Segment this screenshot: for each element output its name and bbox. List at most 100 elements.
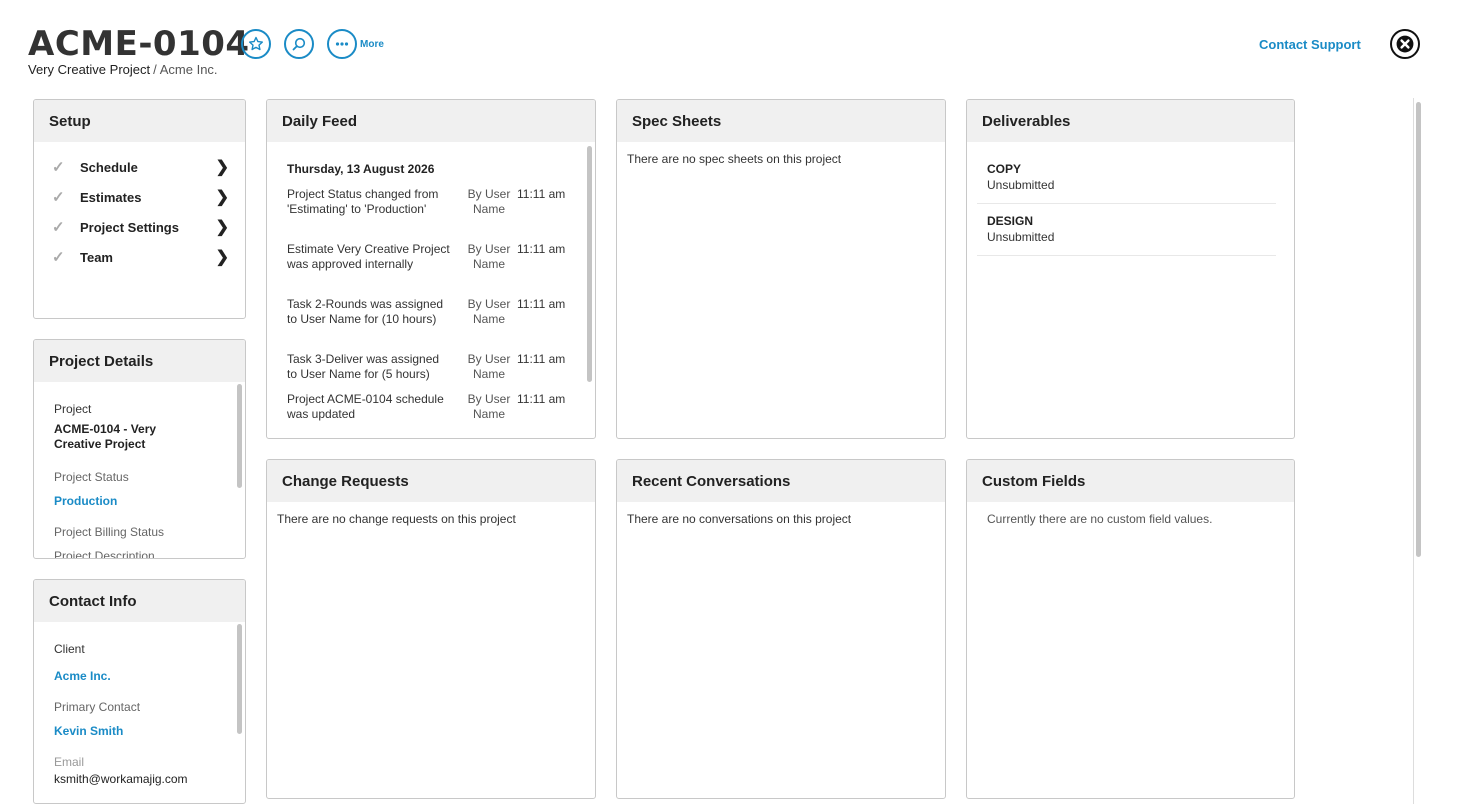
search-icon xyxy=(292,37,306,51)
breadcrumb-project: Very Creative Project xyxy=(28,62,151,77)
feed-user: By User Name xyxy=(467,187,511,216)
setup-item-team[interactable]: ✓ Team ❯ xyxy=(52,242,229,272)
setup-item-label: Project Settings xyxy=(80,219,179,235)
project-description-label: Project Description xyxy=(54,549,155,558)
scrollbar[interactable] xyxy=(237,384,242,488)
feed-user: By User Name xyxy=(467,297,511,326)
feed-time: 11:11 am xyxy=(517,392,566,406)
setup-item-label: Schedule xyxy=(80,159,138,175)
chevron-right-icon: ❯ xyxy=(215,189,229,206)
contact-info-body: Client Acme Inc. Primary Contact Kevin S… xyxy=(34,622,245,803)
setup-item-project-settings[interactable]: ✓ Project Settings ❯ xyxy=(52,212,229,242)
deliverable-status: Unsubmitted xyxy=(987,178,1055,192)
deliverable-item-copy[interactable]: COPY Unsubmitted xyxy=(977,152,1276,204)
feed-entry: Project Status changed from 'Estimating'… xyxy=(287,187,567,235)
project-details-body: Project ACME-0104 - Very Creative Projec… xyxy=(34,382,245,558)
close-icon xyxy=(1396,35,1414,53)
setup-title: Setup xyxy=(34,100,245,142)
custom-fields-title: Custom Fields xyxy=(967,460,1294,502)
custom-fields-empty: Currently there are no custom field valu… xyxy=(987,512,1213,526)
feed-user: By User Name xyxy=(467,242,511,271)
project-status-label: Project Status xyxy=(54,470,129,484)
recent-conversations-body: There are no conversations on this proje… xyxy=(617,502,945,798)
spec-sheets-empty: There are no spec sheets on this project xyxy=(627,152,842,166)
breadcrumb-separator: / xyxy=(153,62,157,77)
feed-time: 11:11 am xyxy=(517,242,566,256)
change-requests-body: There are no change requests on this pro… xyxy=(267,502,595,798)
custom-fields-body: Currently there are no custom field valu… xyxy=(967,502,1294,798)
feed-message: Project Status changed from 'Estimating'… xyxy=(287,187,439,216)
more-label[interactable]: More xyxy=(360,39,384,50)
billing-status-label: Project Billing Status xyxy=(54,525,165,539)
deliverables-panel: Deliverables COPY Unsubmitted DESIGN Uns… xyxy=(966,99,1295,439)
page-scrollbar[interactable] xyxy=(1413,98,1422,804)
chevron-right-icon: ❯ xyxy=(215,249,229,266)
project-details-panel: Project Details Project ACME-0104 - Very… xyxy=(33,339,246,559)
setup-item-schedule[interactable]: ✓ Schedule ❯ xyxy=(52,152,229,182)
breadcrumb-client: Acme Inc. xyxy=(159,62,218,77)
project-details-title: Project Details xyxy=(34,340,245,382)
more-button[interactable] xyxy=(327,29,357,59)
recent-conversations-title: Recent Conversations xyxy=(617,460,945,502)
feed-message: Task 2-Rounds was assigned to User Name … xyxy=(287,297,444,326)
change-requests-empty: There are no change requests on this pro… xyxy=(277,512,516,526)
deliverable-item-design[interactable]: DESIGN Unsubmitted xyxy=(977,204,1276,256)
close-button[interactable] xyxy=(1390,29,1420,59)
custom-fields-panel: Custom Fields Currently there are no cus… xyxy=(966,459,1295,799)
breadcrumb: Very Creative Project / Acme Inc. xyxy=(28,62,218,77)
change-requests-title: Change Requests xyxy=(267,460,595,502)
feed-date: Thursday, 13 August 2026 xyxy=(287,162,435,176)
project-status-value[interactable]: Production xyxy=(54,494,117,508)
feed-time: 11:11 am xyxy=(517,187,566,201)
primary-contact-label: Primary Contact xyxy=(54,700,141,714)
feed-time: 11:11 am xyxy=(517,297,566,311)
search-button[interactable] xyxy=(284,29,314,59)
scrollbar[interactable] xyxy=(237,624,242,734)
page-scrollbar-thumb[interactable] xyxy=(1416,102,1421,557)
check-icon: ✓ xyxy=(52,219,65,236)
feed-user: By User Name xyxy=(467,392,511,421)
feed-user: By User Name xyxy=(467,352,511,381)
feed-message: Estimate Very Creative Project was appro… xyxy=(287,242,450,271)
client-label: Client xyxy=(54,642,85,656)
deliverable-name: DESIGN xyxy=(987,214,1034,228)
deliverable-status: Unsubmitted xyxy=(987,230,1055,244)
daily-feed-panel: Daily Feed Thursday, 13 August 2026 Proj… xyxy=(266,99,596,439)
feed-entry: Task 2-Rounds was assigned to User Name … xyxy=(287,297,567,345)
email-label: Email xyxy=(54,755,85,769)
scrollbar[interactable] xyxy=(587,146,592,382)
check-icon: ✓ xyxy=(52,189,65,206)
daily-feed-title: Daily Feed xyxy=(267,100,595,142)
deliverable-name: COPY xyxy=(987,162,1022,176)
chevron-right-icon: ❯ xyxy=(215,219,229,236)
deliverables-body: COPY Unsubmitted DESIGN Unsubmitted xyxy=(967,142,1294,438)
favorite-button[interactable] xyxy=(241,29,271,59)
recent-conversations-empty: There are no conversations on this proje… xyxy=(627,512,852,526)
project-value: ACME-0104 - Very Creative Project xyxy=(54,422,157,451)
ellipsis-icon xyxy=(335,42,349,46)
primary-contact-link[interactable]: Kevin Smith xyxy=(54,724,123,738)
contact-support-link[interactable]: Contact Support xyxy=(1259,37,1361,52)
setup-item-estimates[interactable]: ✓ Estimates ❯ xyxy=(52,182,229,212)
recent-conversations-panel: Recent Conversations There are no conver… xyxy=(616,459,946,799)
spec-sheets-body: There are no spec sheets on this project xyxy=(617,142,945,438)
setup-item-label: Estimates xyxy=(80,189,142,205)
feed-entry: Project ACME-0104 schedule was updated B… xyxy=(287,392,567,426)
feed-time: 11:11 am xyxy=(517,352,566,366)
client-link[interactable]: Acme Inc. xyxy=(54,669,111,683)
spec-sheets-panel: Spec Sheets There are no spec sheets on … xyxy=(616,99,946,439)
daily-feed-body: Thursday, 13 August 2026 Project Status … xyxy=(267,142,595,438)
email-value: ksmith@workamajig.com xyxy=(54,772,188,786)
star-icon xyxy=(249,36,263,51)
spec-sheets-title: Spec Sheets xyxy=(617,100,945,142)
check-icon: ✓ xyxy=(52,159,65,176)
chevron-right-icon: ❯ xyxy=(215,159,229,176)
feed-message: Task 3-Deliver was assigned to User Name… xyxy=(287,352,440,381)
page-title: ACME-0104 xyxy=(28,24,250,64)
feed-entry: Task 3-Deliver was assigned to User Name… xyxy=(287,352,567,386)
setup-panel: Setup ✓ Schedule ❯ ✓ Estimates ❯ ✓ Proje… xyxy=(33,99,246,319)
deliverables-title: Deliverables xyxy=(967,100,1294,142)
contact-info-title: Contact Info xyxy=(34,580,245,622)
check-icon: ✓ xyxy=(52,249,65,266)
setup-item-label: Team xyxy=(80,249,113,265)
